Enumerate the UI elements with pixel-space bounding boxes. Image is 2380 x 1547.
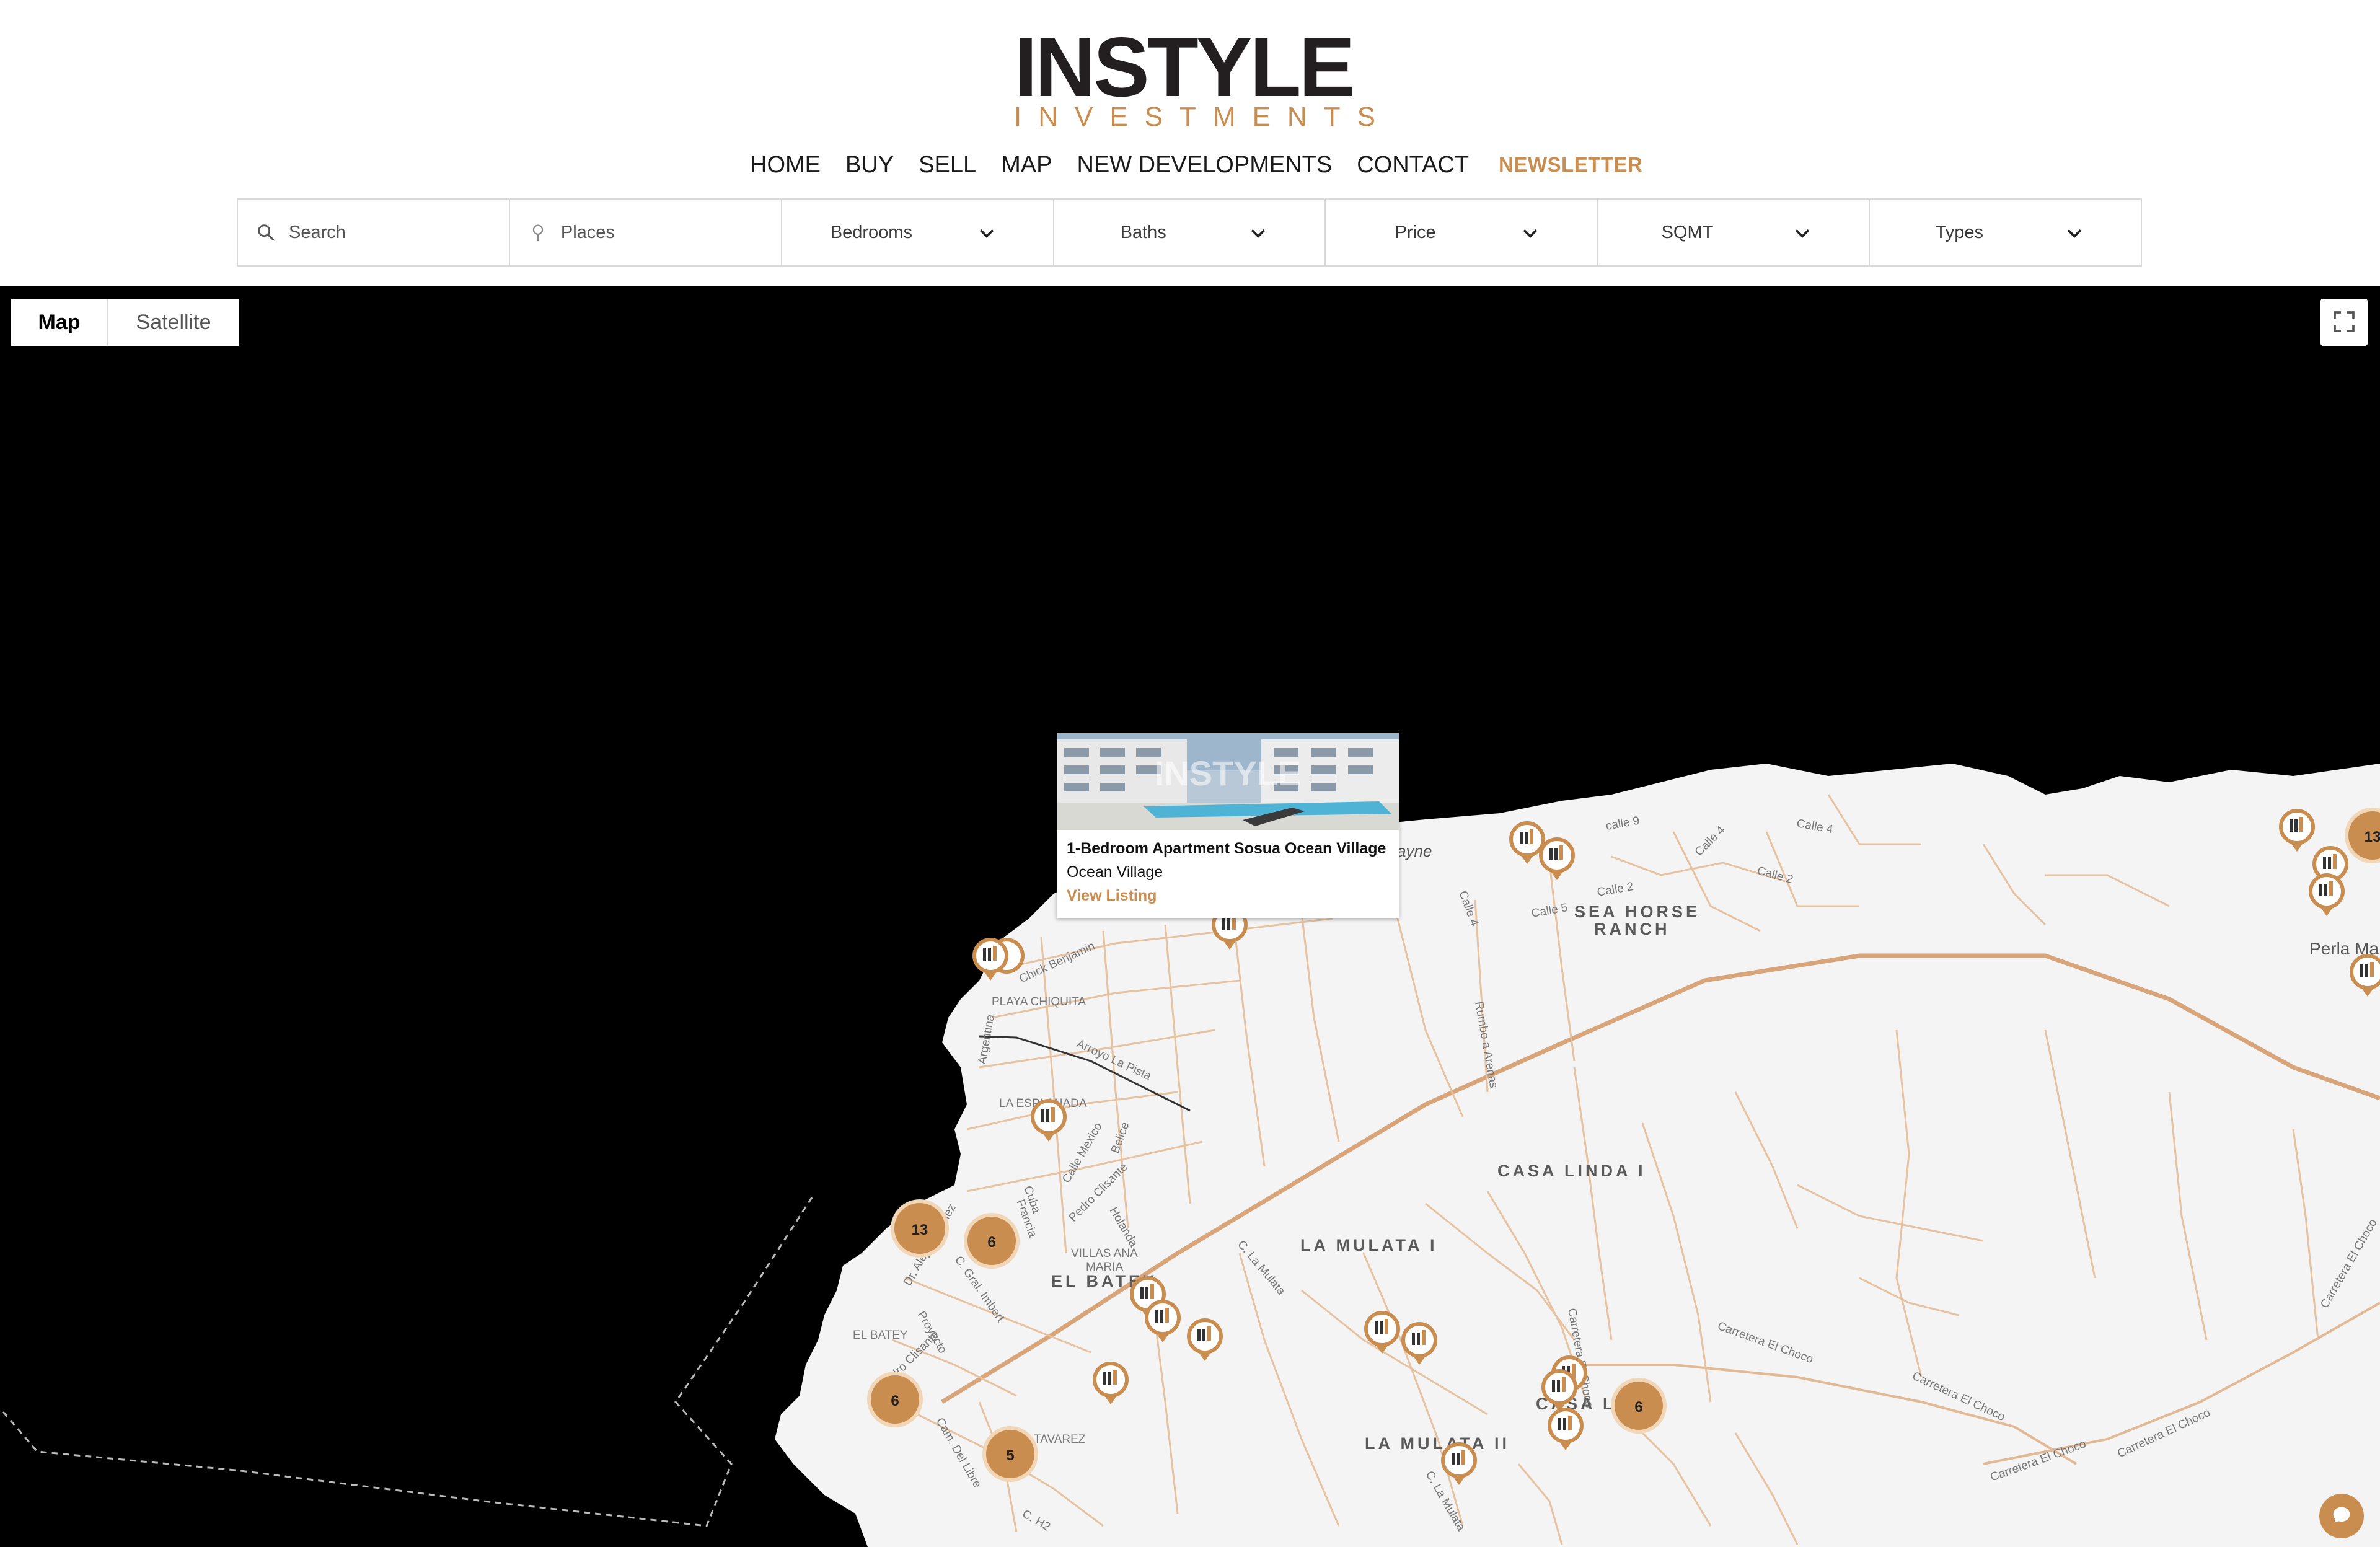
map-pin-icon: [532, 224, 544, 242]
nav-new-developments[interactable]: NEW DEVELOPMENTS: [1077, 146, 1332, 183]
view-listing-link[interactable]: View Listing: [1067, 887, 1157, 905]
area-label: ayne: [1397, 842, 1432, 860]
area-label: EL BATEY: [853, 1329, 908, 1342]
price-label: Price: [1395, 222, 1436, 242]
logo-wordmark: INSTYLE: [1014, 20, 1355, 114]
property-map[interactable]: SEA HORSE RANCH CASA LINDA I LA MULATA I…: [0, 286, 2380, 1547]
area-label: PLAYA CHIQUITA: [992, 995, 1086, 1008]
cluster-marker[interactable]: 13: [2345, 808, 2380, 863]
chat-button[interactable]: [2319, 1494, 2364, 1538]
cluster-marker[interactable]: 6: [964, 1213, 1020, 1269]
listing-title: 1-Bedroom Apartment Sosua Ocean Village: [1067, 840, 1386, 857]
listing-thumbnail[interactable]: INSTYLE: [1057, 733, 1399, 830]
cluster-count: 13: [2365, 829, 2380, 845]
chevron-down-icon: [1795, 229, 1810, 238]
cluster-marker[interactable]: 6: [1611, 1378, 1667, 1434]
chevron-down-icon: [1251, 229, 1266, 238]
cluster-count: 6: [1634, 1399, 1642, 1416]
nav-sell[interactable]: SELL: [919, 146, 976, 183]
chat-bubble-icon: [2333, 1507, 2350, 1523]
area-label: RANCH: [1594, 920, 1670, 938]
cluster-marker[interactable]: 13: [891, 1199, 949, 1258]
area-label: MARIA: [1086, 1261, 1124, 1274]
fullscreen-icon: [2334, 311, 2355, 332]
types-label: Types: [1935, 222, 1983, 242]
cluster-count: 5: [1006, 1447, 1014, 1464]
chevron-down-icon: [2067, 229, 2082, 238]
chevron-down-icon: [1523, 229, 1538, 238]
area-label: LA MULATA I: [1300, 1236, 1437, 1254]
nav-newsletter[interactable]: NEWSLETTER: [1499, 146, 1642, 183]
bedrooms-label: Bedrooms: [830, 222, 912, 242]
nav-map[interactable]: MAP: [1001, 146, 1052, 183]
baths-dropdown[interactable]: Baths: [1054, 200, 1326, 265]
listing-photo: INSTYLE: [1057, 733, 1399, 830]
listing-location: Ocean Village: [1067, 863, 1163, 881]
search-input[interactable]: [289, 222, 475, 243]
cluster-count: 13: [912, 1222, 928, 1238]
price-dropdown[interactable]: Price: [1326, 200, 1598, 265]
sqmt-label: SQMT: [1661, 222, 1714, 242]
map-type-control: Map Satellite: [11, 299, 239, 346]
area-label: TAVAREZ: [1034, 1433, 1086, 1446]
boundary-line: [0, 1197, 813, 1527]
fullscreen-button[interactable]: [2320, 299, 2368, 346]
logo-subtitle: INVESTMENTS: [1014, 102, 1392, 132]
types-dropdown[interactable]: Types: [1870, 200, 2141, 265]
places-field: [510, 200, 782, 265]
cluster-count: 6: [987, 1234, 995, 1251]
cluster-marker[interactable]: 5: [982, 1426, 1038, 1482]
baths-label: Baths: [1120, 222, 1166, 242]
chevron-down-icon: [979, 229, 994, 238]
bedrooms-dropdown[interactable]: Bedrooms: [782, 200, 1054, 265]
nav-contact[interactable]: CONTACT: [1357, 146, 1469, 183]
area-label: SEA HORSE: [1574, 902, 1700, 921]
places-input[interactable]: [560, 222, 747, 243]
search-field: [238, 200, 510, 265]
main-nav: HOME BUY SELL MAP NEW DEVELOPMENTS CONTA…: [750, 146, 1642, 183]
sqmt-dropdown[interactable]: SQMT: [1598, 200, 1871, 265]
area-label: CASA LINDA I: [1497, 1161, 1646, 1180]
logo[interactable]: INSTYLE INVESTMENTS: [1014, 20, 1392, 132]
watermark-text: INSTYLE: [1155, 754, 1301, 793]
search-icon: [258, 224, 274, 240]
map-type-satellite-button[interactable]: Satellite: [108, 299, 239, 346]
cluster-marker[interactable]: 6: [867, 1372, 923, 1427]
filter-bar: Bedrooms Baths Price SQMT Types: [237, 198, 2142, 267]
listing-info-window[interactable]: INSTYLE 1-Bedroom Apartment Sosua Ocean …: [1057, 733, 1399, 918]
map-type-map-button[interactable]: Map: [11, 299, 108, 346]
nav-buy[interactable]: BUY: [845, 146, 894, 183]
cluster-count: 6: [891, 1393, 899, 1409]
nav-home[interactable]: HOME: [750, 146, 821, 183]
area-label: LA MULATA II: [1365, 1434, 1510, 1453]
area-label: VILLAS ANA: [1071, 1247, 1138, 1260]
